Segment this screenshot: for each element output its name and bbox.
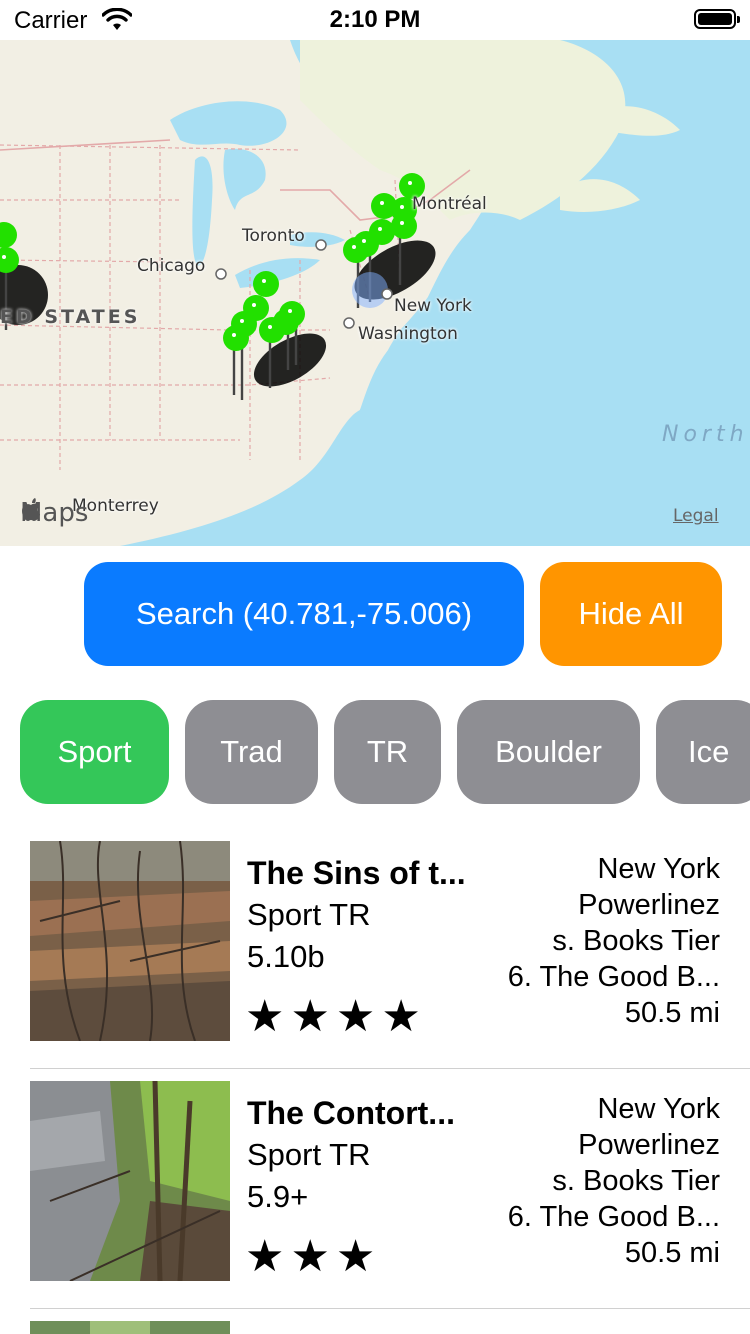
route-name: The Contort... [247, 1095, 455, 1131]
route-wall: 6. The Good B... [507, 1201, 720, 1233]
row-divider [30, 1308, 750, 1309]
apple-logo-icon [22, 498, 40, 521]
filter-chip-tr[interactable]: TR [334, 700, 441, 804]
star-rating: ★★★ [245, 1232, 382, 1281]
list-item[interactable] [30, 1321, 750, 1334]
filter-chip-trad[interactable]: Trad [185, 700, 318, 804]
ocean-label: North [662, 422, 749, 447]
route-wall: 6. The Good B... [507, 961, 720, 993]
route-state: New York [597, 1093, 720, 1125]
hide-all-button[interactable]: Hide All [540, 562, 722, 666]
city-label: New York [394, 296, 472, 316]
city-label: Washington [358, 324, 458, 344]
route-sub-area: s. Books Tier [552, 925, 720, 957]
search-button[interactable]: Search (40.781,-75.006) [84, 562, 524, 666]
city-label: Montréal [412, 194, 487, 214]
filter-chip-boulder[interactable]: Boulder [457, 700, 640, 804]
route-types: Sport TR [247, 1137, 371, 1172]
route-distance: 50.5 mi [624, 997, 720, 1029]
map-canvas [0, 40, 750, 546]
country-label: ED STATES [0, 306, 141, 328]
legal-link[interactable]: Legal [673, 506, 719, 526]
apple-maps-logo: Maps [20, 498, 88, 528]
route-sub-area: s. Books Tier [552, 1165, 720, 1197]
battery-icon [694, 9, 740, 29]
filter-chip-ice[interactable]: Ice [656, 700, 750, 804]
route-photo [30, 1321, 230, 1334]
route-state: New York [597, 853, 720, 885]
route-area: Powerlinez [578, 889, 720, 921]
route-distance: 50.5 mi [624, 1237, 720, 1269]
map-view[interactable]: Toronto Chicago Montréal New York Washin… [0, 40, 750, 546]
star-rating: ★★★★ [245, 992, 427, 1041]
route-name: The Sins of t... [247, 855, 466, 891]
city-label: Toronto [242, 226, 305, 246]
list-item[interactable]: The Sins of t... Sport TR 5.10b ★★★★ New… [30, 841, 750, 1081]
status-bar: Carrier 2:10 PM [0, 0, 750, 40]
filter-chip-sport[interactable]: Sport [20, 700, 169, 804]
route-grade: 5.9+ [247, 1179, 309, 1214]
route-photo [30, 1081, 230, 1281]
route-grade: 5.10b [247, 939, 325, 974]
row-divider [30, 1068, 750, 1069]
list-item[interactable]: The Contort... Sport TR 5.9+ ★★★ New Yor… [30, 1081, 750, 1321]
city-label: Chicago [137, 256, 206, 276]
route-area: Powerlinez [578, 1129, 720, 1161]
route-photo [30, 841, 230, 1041]
clock: 2:10 PM [329, 6, 421, 33]
route-types: Sport TR [247, 897, 371, 932]
